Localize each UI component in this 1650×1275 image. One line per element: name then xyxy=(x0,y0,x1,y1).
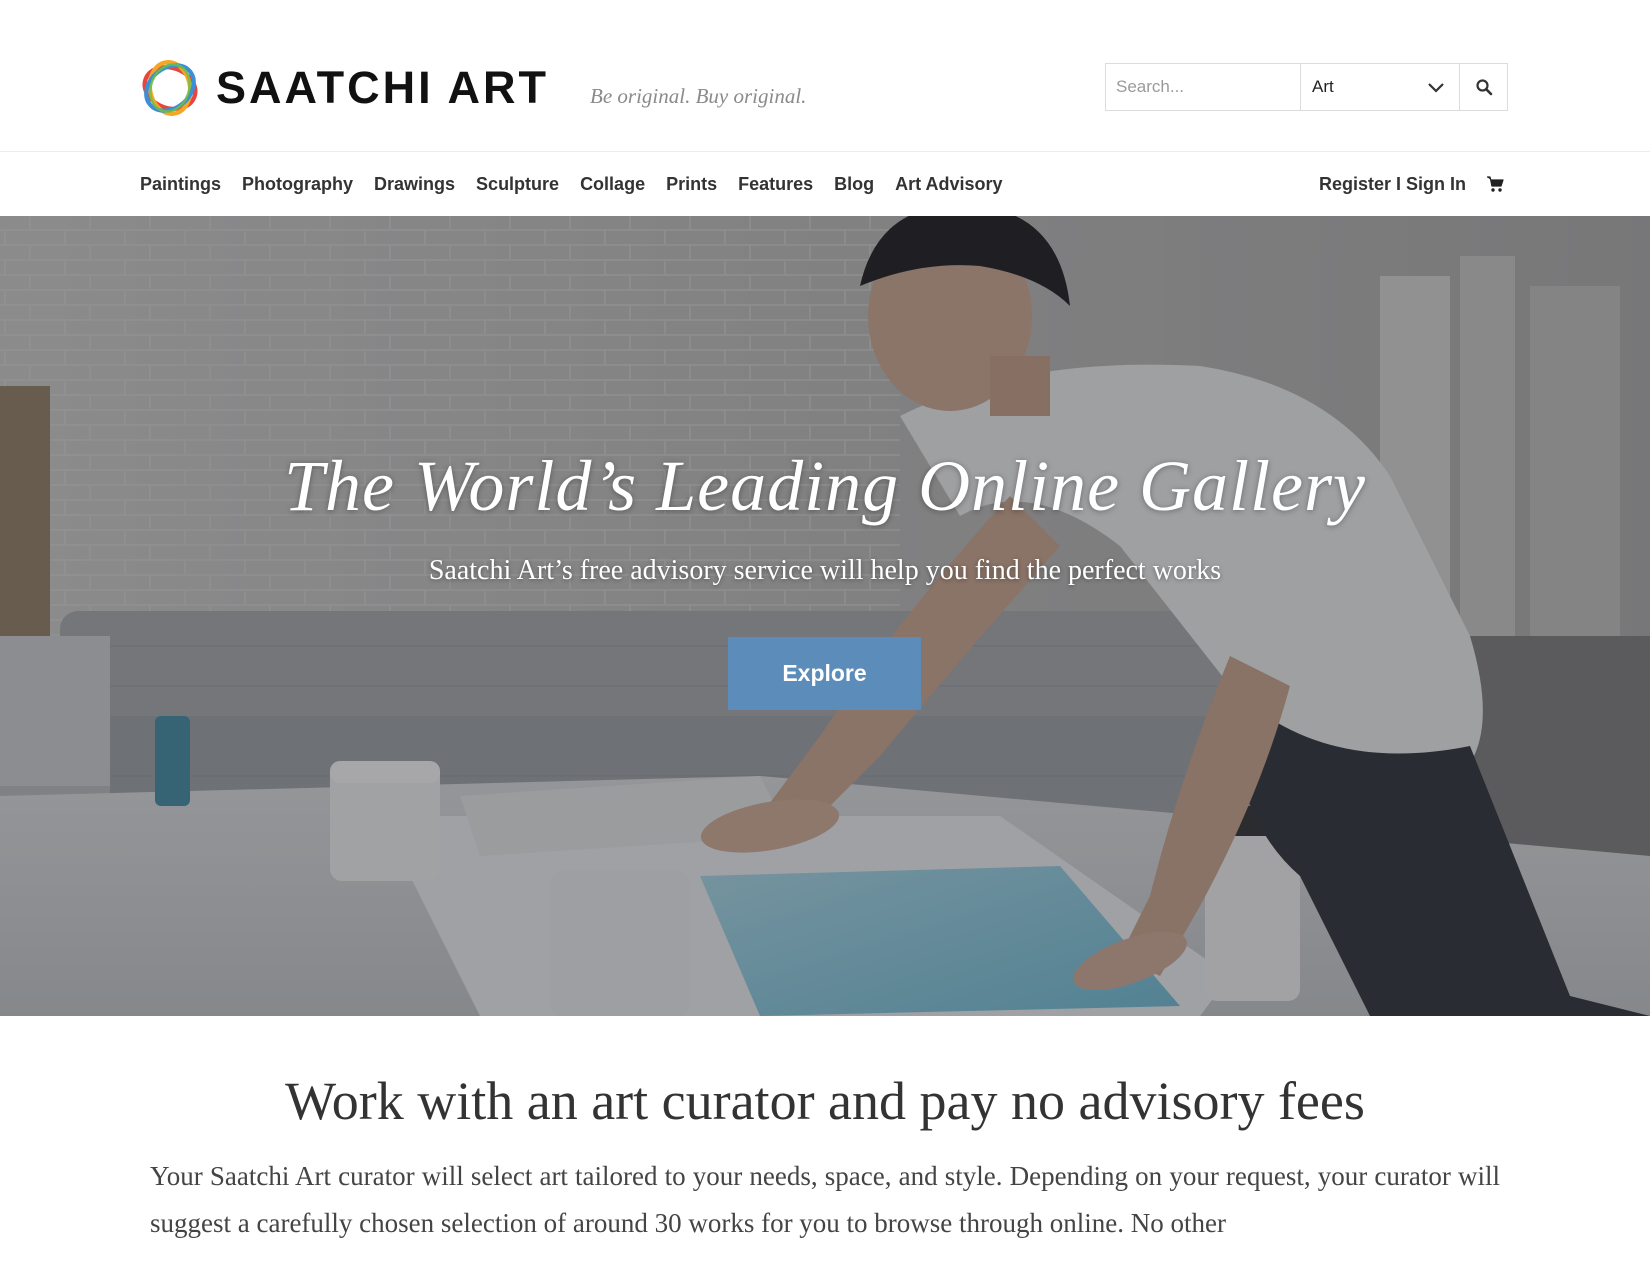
search-button[interactable] xyxy=(1460,64,1507,110)
brand-tagline: Be original. Buy original. xyxy=(590,84,807,108)
site-header: SAATCHI ART Be original. Buy original. A… xyxy=(0,0,1650,152)
brand-name[interactable]: SAATCHI ART xyxy=(216,62,549,114)
search-category-value: Art xyxy=(1312,77,1334,96)
category-nav-list: Paintings Photography Drawings Sculpture… xyxy=(140,152,1003,216)
nav-item-paintings[interactable]: Paintings xyxy=(140,174,221,195)
nav-item-sculpture[interactable]: Sculpture xyxy=(476,174,559,195)
search-bar: Art xyxy=(1105,63,1508,111)
main-nav: Paintings Photography Drawings Sculpture… xyxy=(0,152,1650,216)
nav-item-collage[interactable]: Collage xyxy=(580,174,645,195)
search-category-select[interactable]: Art xyxy=(1301,64,1460,110)
nav-item-blog[interactable]: Blog xyxy=(834,174,874,195)
hero-title: The World’s Leading Online Gallery xyxy=(283,446,1366,526)
account-nav: Register I Sign In xyxy=(1319,152,1504,216)
hero-dark-overlay xyxy=(0,216,1650,1016)
shopping-cart-icon[interactable] xyxy=(1486,175,1504,193)
nav-item-drawings[interactable]: Drawings xyxy=(374,174,455,195)
nav-item-photography[interactable]: Photography xyxy=(242,174,353,195)
hero-subtitle: Saatchi Art’s free advisory service will… xyxy=(428,555,1222,586)
search-input[interactable] xyxy=(1106,64,1301,110)
register-sign-in-link[interactable]: Register I Sign In xyxy=(1319,174,1466,195)
hero-banner: The World’s Leading Online Gallery Saatc… xyxy=(0,216,1650,1016)
interlocking-rings-logo-icon[interactable] xyxy=(138,56,202,120)
nav-item-prints[interactable]: Prints xyxy=(666,174,717,195)
explore-button[interactable]: Explore xyxy=(728,637,921,710)
search-icon xyxy=(1475,79,1492,96)
chevron-down-icon xyxy=(1428,83,1444,93)
advisory-heading: Work with an art curator and pay no advi… xyxy=(285,1071,1365,1131)
nav-item-art-advisory[interactable]: Art Advisory xyxy=(895,174,1002,195)
advisory-body-text: Your Saatchi Art curator will select art… xyxy=(150,1161,1500,1238)
nav-item-features[interactable]: Features xyxy=(738,174,813,195)
